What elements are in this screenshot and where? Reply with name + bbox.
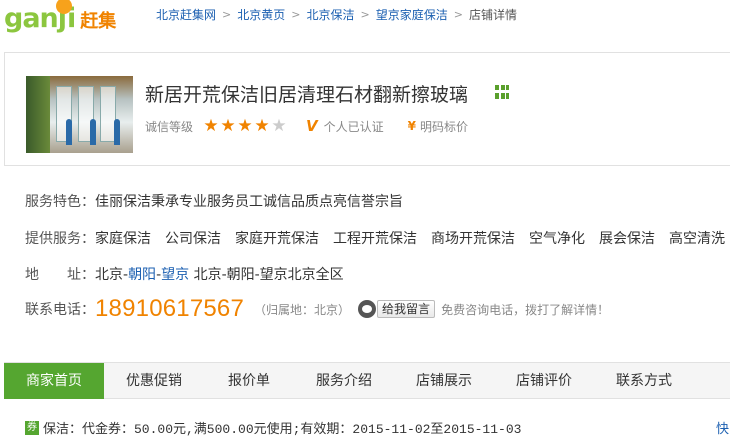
leave-message-button[interactable]: 给我留言 — [358, 300, 436, 318]
tab-store-gallery[interactable]: 店铺展示 — [394, 363, 494, 399]
chevron-right-icon: > — [453, 8, 463, 21]
zebra-mascot-icon — [358, 300, 377, 318]
coupon-tag-icon: 券 — [25, 420, 39, 435]
breadcrumb-link-home-cleaning[interactable]: 望京家庭保洁 — [376, 6, 448, 23]
phone-label: 联系电话： — [25, 302, 95, 318]
address-area-link[interactable]: 望京 — [161, 267, 189, 283]
tab-reviews[interactable]: 店铺评价 — [494, 363, 594, 399]
phone-location-note: （归属地：北京） — [254, 302, 351, 317]
chevron-right-icon: > — [360, 8, 370, 21]
free-call-note: 免费咨询电话，拨打了解详情！ — [441, 302, 610, 317]
address-row: 地 址： 北京-朝阳-望京 北京-朝阳-望京北京全区 — [25, 264, 344, 284]
breadcrumb-link-yellow-pages[interactable]: 北京黄页 — [237, 6, 285, 23]
service-item: 展会保洁 — [599, 231, 655, 247]
price-label: 明码标价 — [420, 119, 469, 134]
breadcrumb-link-cleaning[interactable]: 北京保洁 — [306, 6, 354, 23]
star-icon: ★ — [254, 116, 270, 136]
ganji-logo[interactable]: gan ji 赶集 — [4, 0, 116, 34]
store-title: 新居开荒保洁旧居清理石材翻新擦玻璃 — [145, 84, 469, 106]
phone-number[interactable]: 18910617567 — [95, 295, 244, 323]
tab-promotions[interactable]: 优惠促销 — [104, 363, 204, 399]
tab-service-intro[interactable]: 服务介绍 — [294, 363, 394, 399]
store-meta: 诚信等级 ★ ★ ★ ★ ★ V 个人已认证 ¥ 明码标价 — [145, 117, 468, 135]
service-item: 家庭开荒保洁 — [235, 231, 319, 247]
service-item: 公司保洁 — [165, 231, 221, 247]
feature-row: 服务特色： 佳丽保洁秉承专业服务员工诚信品质点亮信誉宗旨 — [25, 191, 403, 211]
leave-message-label: 给我留言 — [377, 300, 436, 318]
service-item: 商场开荒保洁 — [431, 231, 515, 247]
store-tabs: 商家首页 优惠促销 报价单 服务介绍 店铺展示 店铺评价 联系方式 — [4, 362, 730, 399]
fast-link[interactable]: 快 — [716, 418, 729, 437]
star-icon: ★ — [271, 116, 287, 136]
store-photo[interactable] — [26, 76, 133, 153]
bulb-icon — [55, 0, 72, 14]
service-item: 空气净化 — [529, 231, 585, 247]
star-icon: ★ — [203, 116, 219, 136]
tab-contact[interactable]: 联系方式 — [594, 363, 694, 399]
tab-home[interactable]: 商家首页 — [4, 363, 104, 399]
coupon-text[interactable]: 保洁：代金券：50.00元,满500.00元使用;有效期：2015-11-02至… — [43, 418, 521, 437]
chevron-right-icon: > — [291, 8, 301, 21]
store-card: 新居开荒保洁旧居清理石材翻新擦玻璃 诚信等级 ★ ★ ★ ★ ★ V 个人已认证… — [4, 52, 730, 166]
rating-stars: ★ ★ ★ ★ ★ — [203, 116, 288, 136]
chevron-right-icon: > — [222, 8, 232, 21]
breadcrumb-link-ganji-beijing[interactable]: 北京赶集网 — [156, 6, 216, 23]
address-district-link[interactable]: 朝阳 — [128, 267, 156, 283]
rating-label: 诚信等级 — [145, 119, 194, 134]
services-label: 提供服务： — [25, 231, 95, 247]
service-item: 工程开荒保洁 — [333, 231, 417, 247]
star-icon: ★ — [237, 116, 253, 136]
header: gan ji 赶集 北京赶集网 > 北京黄页 > 北京保洁 > 望京家庭保洁 > 店… — [0, 0, 730, 38]
service-item: 家庭保洁 — [95, 231, 151, 247]
breadcrumb: 北京赶集网 > 北京黄页 > 北京保洁 > 望京家庭保洁 > 店铺详情 — [156, 6, 517, 23]
address-rest: 北京-朝阳-望京北京全区 — [189, 267, 344, 283]
verified-v-icon: V — [306, 117, 318, 135]
yen-icon: ¥ — [407, 119, 416, 133]
verified-label: 个人已认证 — [323, 119, 384, 134]
feature-label: 服务特色： — [25, 194, 95, 210]
qr-code-icon[interactable] — [495, 85, 509, 99]
star-icon: ★ — [220, 116, 236, 136]
services-row: 提供服务： 家庭保洁 公司保洁 家庭开荒保洁 工程开荒保洁 商场开荒保洁 空气净… — [25, 228, 725, 248]
address-label: 地 址： — [25, 267, 95, 283]
promo-row: 券 保洁：代金券：50.00元,满500.00元使用;有效期：2015-11-0… — [25, 418, 521, 437]
breadcrumb-current: 店铺详情 — [468, 8, 517, 22]
tab-price-list[interactable]: 报价单 — [204, 363, 294, 399]
feature-value: 佳丽保洁秉承专业服务员工诚信品质点亮信誉宗旨 — [95, 194, 403, 210]
phone-row: 联系电话： 18910617567 （归属地：北京） 给我留言 免费咨询电话，拨… — [25, 295, 609, 323]
address-city: 北京- — [95, 267, 129, 283]
service-item: 高空清洗 — [669, 231, 725, 247]
